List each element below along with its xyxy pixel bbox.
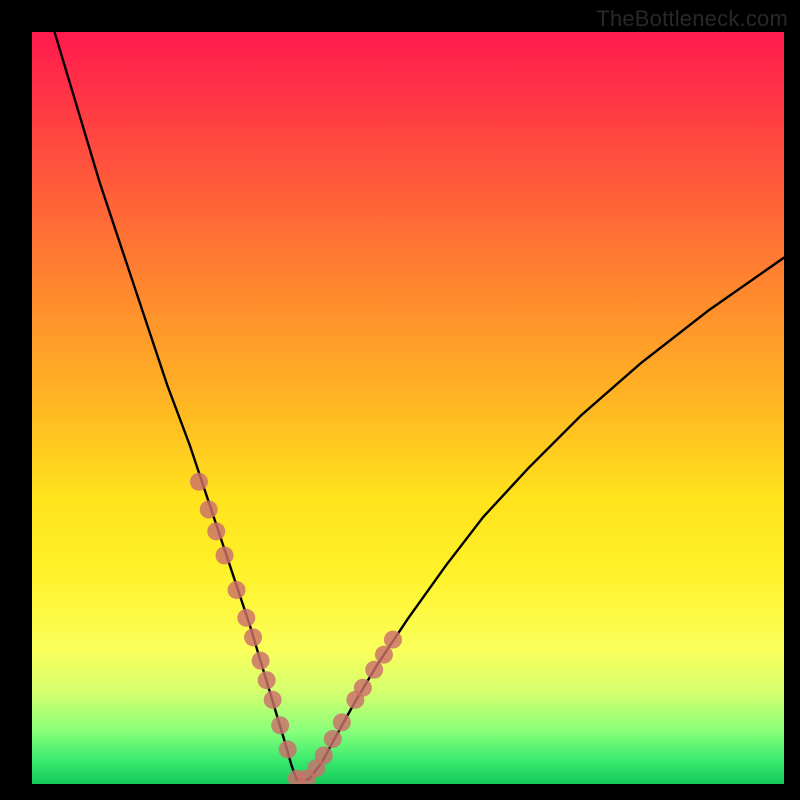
- dot: [237, 609, 255, 627]
- highlight-dots: [190, 473, 402, 784]
- dot: [324, 730, 342, 748]
- dot: [384, 631, 402, 649]
- dot: [279, 740, 297, 758]
- dot: [333, 713, 351, 731]
- watermark-text: TheBottleneck.com: [596, 6, 788, 32]
- dot: [244, 628, 262, 646]
- curve-path: [55, 32, 784, 779]
- dot: [200, 501, 218, 519]
- dot: [354, 679, 372, 697]
- chart-svg: [32, 32, 784, 784]
- dot: [228, 581, 246, 599]
- dot: [190, 473, 208, 491]
- dot: [375, 646, 393, 664]
- dot: [258, 671, 276, 689]
- dot: [264, 691, 282, 709]
- dot: [207, 522, 225, 540]
- bottleneck-curve: [55, 32, 784, 779]
- dot: [271, 716, 289, 734]
- dot: [252, 652, 270, 670]
- chart-plot-area: [32, 32, 784, 784]
- dot: [315, 746, 333, 764]
- dot: [365, 661, 383, 679]
- chart-frame: TheBottleneck.com: [0, 0, 800, 800]
- dot: [216, 546, 234, 564]
